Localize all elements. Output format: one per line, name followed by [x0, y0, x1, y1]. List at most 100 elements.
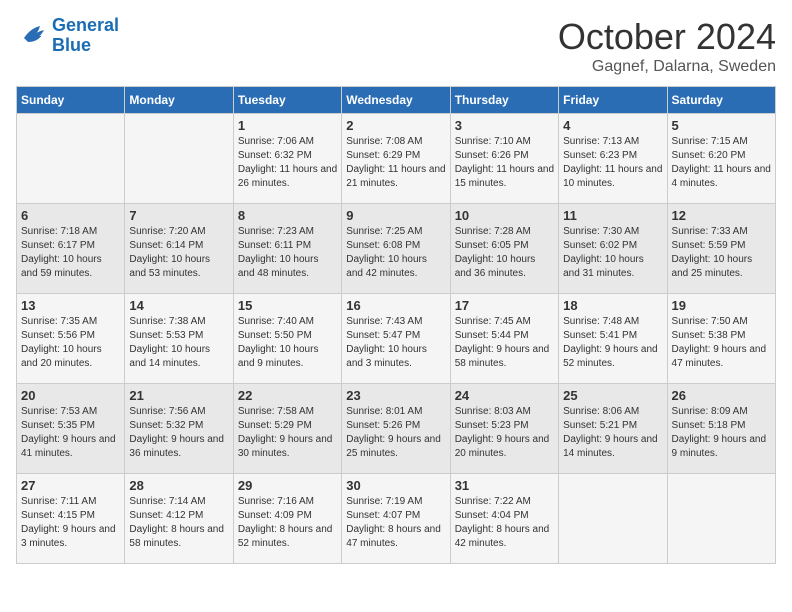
- day-info: Sunrise: 7:16 AM Sunset: 4:09 PM Dayligh…: [238, 495, 337, 551]
- calendar-cell-w2-d4: 9 Sunrise: 7:25 AM Sunset: 6:08 PM Daylig…: [342, 204, 450, 294]
- logo-line1: General: [52, 15, 119, 35]
- day-info: Sunrise: 7:25 AM Sunset: 6:08 PM Dayligh…: [346, 225, 445, 281]
- day-info: Sunrise: 7:11 AM Sunset: 4:15 PM Dayligh…: [21, 495, 120, 551]
- day-info: Sunrise: 7:14 AM Sunset: 4:12 PM Dayligh…: [129, 495, 228, 551]
- calendar-cell-w4-d2: 21 Sunrise: 7:56 AM Sunset: 5:32 PM Dayli…: [125, 384, 233, 474]
- calendar-cell-w2-d2: 7 Sunrise: 7:20 AM Sunset: 6:14 PM Daylig…: [125, 204, 233, 294]
- day-info: Sunrise: 7:28 AM Sunset: 6:05 PM Dayligh…: [455, 225, 554, 281]
- title-area: October 2024 Gagnef, Dalarna, Sweden: [558, 16, 776, 76]
- day-info: Sunrise: 7:22 AM Sunset: 4:04 PM Dayligh…: [455, 495, 554, 551]
- day-info: Sunrise: 7:43 AM Sunset: 5:47 PM Dayligh…: [346, 315, 445, 371]
- calendar-cell-w4-d7: 26 Sunrise: 8:09 AM Sunset: 5:18 PM Dayli…: [667, 384, 775, 474]
- calendar-cell-w1-d2: [125, 114, 233, 204]
- day-number: 25: [563, 388, 662, 403]
- day-info: Sunrise: 7:50 AM Sunset: 5:38 PM Dayligh…: [672, 315, 771, 371]
- calendar-cell-w1-d1: [17, 114, 125, 204]
- day-info: Sunrise: 7:40 AM Sunset: 5:50 PM Dayligh…: [238, 315, 337, 371]
- calendar-cell-w4-d6: 25 Sunrise: 8:06 AM Sunset: 5:21 PM Dayli…: [559, 384, 667, 474]
- calendar-week-5: 27 Sunrise: 7:11 AM Sunset: 4:15 PM Dayli…: [17, 474, 776, 564]
- calendar-cell-w3-d7: 19Sunrise: 7:50 AM Sunset: 5:38 PM Dayli…: [667, 294, 775, 384]
- day-number: 21: [129, 388, 228, 403]
- day-number: 15: [238, 298, 337, 313]
- day-number: 5: [672, 118, 771, 133]
- calendar-cell-w1-d3: 1 Sunrise: 7:06 AM Sunset: 6:32 PM Daylig…: [233, 114, 341, 204]
- logo-line2: Blue: [52, 35, 91, 55]
- calendar-cell-w4-d4: 23 Sunrise: 8:01 AM Sunset: 5:26 PM Dayli…: [342, 384, 450, 474]
- day-info: Sunrise: 7:18 AM Sunset: 6:17 PM Dayligh…: [21, 225, 120, 281]
- logo: General Blue: [16, 16, 119, 56]
- day-number: 4: [563, 118, 662, 133]
- day-number: 31: [455, 478, 554, 493]
- calendar-cell-w5-d4: 30 Sunrise: 7:19 AM Sunset: 4:07 PM Dayli…: [342, 474, 450, 564]
- calendar-cell-w4-d5: 24 Sunrise: 8:03 AM Sunset: 5:23 PM Dayli…: [450, 384, 558, 474]
- day-info: Sunrise: 8:03 AM Sunset: 5:23 PM Dayligh…: [455, 405, 554, 461]
- calendar-week-2: 6 Sunrise: 7:18 AM Sunset: 6:17 PM Daylig…: [17, 204, 776, 294]
- day-number: 8: [238, 208, 337, 223]
- calendar-cell-w3-d5: 17 Sunrise: 7:45 AM Sunset: 5:44 PM Dayli…: [450, 294, 558, 384]
- day-info: Sunrise: 7:33 AM Sunset: 5:59 PM Dayligh…: [672, 225, 771, 281]
- day-info: Sunrise: 8:01 AM Sunset: 5:26 PM Dayligh…: [346, 405, 445, 461]
- header-tuesday: Tuesday: [233, 87, 341, 114]
- day-number: 27: [21, 478, 120, 493]
- calendar-cell-w5-d6: [559, 474, 667, 564]
- calendar-cell-w1-d4: 2Sunrise: 7:08 AM Sunset: 6:29 PM Daylig…: [342, 114, 450, 204]
- day-number: 10: [455, 208, 554, 223]
- calendar-cell-w2-d5: 10 Sunrise: 7:28 AM Sunset: 6:05 PM Dayli…: [450, 204, 558, 294]
- calendar-cell-w5-d3: 29 Sunrise: 7:16 AM Sunset: 4:09 PM Dayli…: [233, 474, 341, 564]
- day-info: Sunrise: 8:09 AM Sunset: 5:18 PM Dayligh…: [672, 405, 771, 461]
- calendar-cell-w1-d5: 3Sunrise: 7:10 AM Sunset: 6:26 PM Daylig…: [450, 114, 558, 204]
- calendar-cell-w5-d5: 31 Sunrise: 7:22 AM Sunset: 4:04 PM Dayli…: [450, 474, 558, 564]
- day-info: Sunrise: 8:06 AM Sunset: 5:21 PM Dayligh…: [563, 405, 662, 461]
- day-number: 9: [346, 208, 445, 223]
- calendar-cell-w5-d2: 28 Sunrise: 7:14 AM Sunset: 4:12 PM Dayli…: [125, 474, 233, 564]
- day-number: 1: [238, 118, 337, 133]
- location-subtitle: Gagnef, Dalarna, Sweden: [558, 58, 776, 76]
- day-number: 7: [129, 208, 228, 223]
- day-number: 13: [21, 298, 120, 313]
- day-info: Sunrise: 7:20 AM Sunset: 6:14 PM Dayligh…: [129, 225, 228, 281]
- day-info: Sunrise: 7:38 AM Sunset: 5:53 PM Dayligh…: [129, 315, 228, 371]
- header-wednesday: Wednesday: [342, 87, 450, 114]
- calendar-cell-w4-d1: 20Sunrise: 7:53 AM Sunset: 5:35 PM Dayli…: [17, 384, 125, 474]
- calendar-cell-w3-d2: 14Sunrise: 7:38 AM Sunset: 5:53 PM Dayli…: [125, 294, 233, 384]
- calendar-cell-w1-d6: 4 Sunrise: 7:13 AM Sunset: 6:23 PM Daylig…: [559, 114, 667, 204]
- day-number: 30: [346, 478, 445, 493]
- day-info: Sunrise: 7:19 AM Sunset: 4:07 PM Dayligh…: [346, 495, 445, 551]
- day-number: 22: [238, 388, 337, 403]
- header-sunday: Sunday: [17, 87, 125, 114]
- calendar-cell-w3-d1: 13Sunrise: 7:35 AM Sunset: 5:56 PM Dayli…: [17, 294, 125, 384]
- calendar-cell-w2-d7: 12 Sunrise: 7:33 AM Sunset: 5:59 PM Dayli…: [667, 204, 775, 294]
- month-title: October 2024: [558, 16, 776, 58]
- day-info: Sunrise: 7:58 AM Sunset: 5:29 PM Dayligh…: [238, 405, 337, 461]
- day-number: 18: [563, 298, 662, 313]
- header: General Blue October 2024 Gagnef, Dalarn…: [16, 16, 776, 76]
- calendar-week-4: 20Sunrise: 7:53 AM Sunset: 5:35 PM Dayli…: [17, 384, 776, 474]
- calendar-table: Sunday Monday Tuesday Wednesday Thursday…: [16, 86, 776, 564]
- day-info: Sunrise: 7:30 AM Sunset: 6:02 PM Dayligh…: [563, 225, 662, 281]
- day-number: 6: [21, 208, 120, 223]
- day-number: 26: [672, 388, 771, 403]
- day-info: Sunrise: 7:13 AM Sunset: 6:23 PM Dayligh…: [563, 135, 662, 191]
- calendar-week-1: 1 Sunrise: 7:06 AM Sunset: 6:32 PM Daylig…: [17, 114, 776, 204]
- day-number: 11: [563, 208, 662, 223]
- day-number: 3: [455, 118, 554, 133]
- day-number: 12: [672, 208, 771, 223]
- calendar-cell-w1-d7: 5Sunrise: 7:15 AM Sunset: 6:20 PM Daylig…: [667, 114, 775, 204]
- day-info: Sunrise: 7:45 AM Sunset: 5:44 PM Dayligh…: [455, 315, 554, 371]
- day-info: Sunrise: 7:08 AM Sunset: 6:29 PM Dayligh…: [346, 135, 445, 191]
- day-number: 29: [238, 478, 337, 493]
- day-number: 28: [129, 478, 228, 493]
- calendar-cell-w2-d6: 11 Sunrise: 7:30 AM Sunset: 6:02 PM Dayli…: [559, 204, 667, 294]
- logo-icon: [16, 22, 48, 50]
- calendar-cell-w3-d4: 16 Sunrise: 7:43 AM Sunset: 5:47 PM Dayli…: [342, 294, 450, 384]
- day-info: Sunrise: 7:56 AM Sunset: 5:32 PM Dayligh…: [129, 405, 228, 461]
- day-number: 23: [346, 388, 445, 403]
- day-number: 17: [455, 298, 554, 313]
- day-number: 24: [455, 388, 554, 403]
- day-number: 16: [346, 298, 445, 313]
- calendar-cell-w3-d3: 15 Sunrise: 7:40 AM Sunset: 5:50 PM Dayli…: [233, 294, 341, 384]
- header-thursday: Thursday: [450, 87, 558, 114]
- day-info: Sunrise: 7:06 AM Sunset: 6:32 PM Dayligh…: [238, 135, 337, 191]
- calendar-cell-w2-d3: 8Sunrise: 7:23 AM Sunset: 6:11 PM Daylig…: [233, 204, 341, 294]
- day-info: Sunrise: 7:48 AM Sunset: 5:41 PM Dayligh…: [563, 315, 662, 371]
